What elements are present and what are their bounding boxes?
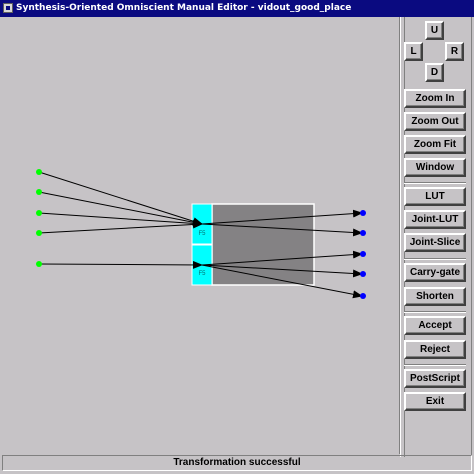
logic-block-label-bottom: F5	[198, 271, 206, 277]
output-pin[interactable]	[360, 230, 366, 236]
pan-up-button[interactable]: U	[425, 21, 444, 40]
accept-button[interactable]: Accept	[404, 316, 466, 335]
panel-divider	[404, 182, 466, 184]
status-bar: Transformation successful	[2, 455, 472, 471]
exit-button[interactable]: Exit	[404, 392, 466, 411]
panel-divider	[404, 311, 466, 313]
pan-left-button[interactable]: L	[404, 42, 423, 61]
panel-divider	[404, 258, 466, 260]
input-wire	[38, 260, 203, 269]
reject-button[interactable]: Reject	[404, 340, 466, 359]
pan-right-button[interactable]: R	[445, 42, 464, 61]
joint-slice-button[interactable]: Joint-Slice	[404, 233, 466, 252]
panel-divider	[404, 364, 466, 366]
pan-down-button[interactable]: D	[425, 63, 444, 82]
zoom-out-button[interactable]: Zoom Out	[404, 112, 466, 131]
input-wire	[38, 191, 203, 227]
output-pin[interactable]	[360, 210, 366, 216]
input-pin[interactable]	[36, 210, 42, 216]
zoom-fit-button[interactable]: Zoom Fit	[404, 135, 466, 154]
input-wire	[38, 220, 203, 234]
logic-block-label-top: F5	[198, 231, 206, 237]
postscript-button[interactable]: PostScript	[404, 369, 466, 388]
carry-gate-button[interactable]: Carry-gate	[404, 263, 466, 282]
circuit-drawing[interactable]: F5 F5	[2, 17, 399, 454]
title-bar: Synthesis-Oriented Omniscient Manual Edi…	[0, 0, 474, 17]
logic-block-body[interactable]	[211, 203, 315, 286]
joint-lut-button[interactable]: Joint-LUT	[404, 210, 466, 229]
layout-canvas[interactable]: F5 F5	[2, 17, 400, 454]
input-pin[interactable]	[36, 230, 42, 236]
window-title: Synthesis-Oriented Omniscient Manual Edi…	[16, 3, 352, 13]
window-button[interactable]: Window	[404, 158, 466, 177]
status-message: Transformation successful	[173, 457, 301, 468]
input-pin[interactable]	[36, 261, 42, 267]
input-wire	[38, 212, 203, 228]
app-icon[interactable]	[3, 3, 13, 13]
input-wire	[38, 171, 203, 226]
output-pin[interactable]	[360, 293, 366, 299]
zoom-in-button[interactable]: Zoom In	[404, 89, 466, 108]
input-pin[interactable]	[36, 169, 42, 175]
input-pin[interactable]	[36, 189, 42, 195]
output-pin[interactable]	[360, 251, 366, 257]
output-pin[interactable]	[360, 271, 366, 277]
shorten-button[interactable]: Shorten	[404, 287, 466, 306]
lut-button[interactable]: LUT	[404, 187, 466, 206]
